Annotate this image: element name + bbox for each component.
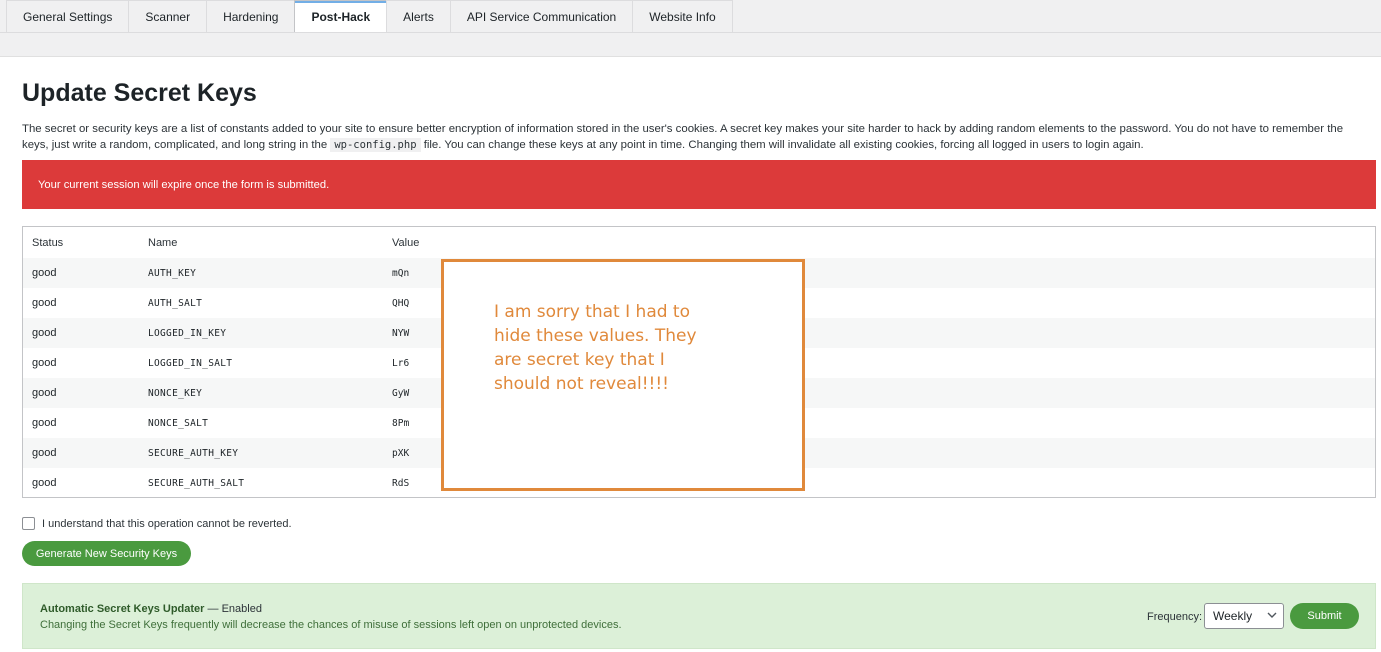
row-name: NONCE_KEY (148, 387, 203, 399)
updater-title: Automatic Secret Keys Updater — Enabled (40, 603, 262, 615)
redaction-note: I am sorry that I had to hide these valu… (494, 302, 697, 394)
row-name: SECURE_AUTH_SALT (148, 477, 245, 489)
updater-status: — Enabled (207, 603, 262, 615)
row-name: LOGGED_IN_SALT (148, 357, 233, 369)
row-status: good (32, 327, 57, 339)
header-name: Name (148, 236, 178, 249)
row-name: AUTH_KEY (148, 267, 197, 279)
row-status: good (32, 447, 57, 459)
revert-confirm-checkbox[interactable]: I understand that this operation cannot … (22, 517, 292, 530)
row-value: pXK (392, 447, 410, 459)
tab-general-settings[interactable]: General Settings (6, 0, 129, 33)
checkbox-box[interactable] (22, 517, 35, 530)
updater-title-text: Automatic Secret Keys Updater (40, 603, 205, 615)
page-description: The secret or security keys are a list o… (22, 121, 1367, 153)
settings-tabs: General Settings Scanner Hardening Post-… (6, 0, 733, 33)
row-status: good (32, 297, 57, 309)
row-value: QHQ (392, 297, 410, 309)
row-status: good (32, 417, 57, 429)
row-value: GyW (392, 387, 410, 399)
tab-scanner[interactable]: Scanner (128, 0, 207, 33)
post-hack-panel: Update Secret Keys The secret or securit… (0, 56, 1381, 652)
revert-confirm-label: I understand that this operation cannot … (42, 517, 292, 530)
header-status: Status (32, 236, 64, 249)
tabs-divider (0, 32, 1381, 33)
row-name: NONCE_SALT (148, 417, 209, 429)
description-text-2: file. You can change these keys at any p… (423, 139, 1144, 151)
row-status: good (32, 267, 57, 279)
row-value: NYW (392, 327, 410, 339)
tab-api-service-communication[interactable]: API Service Communication (449, 0, 633, 33)
row-value: 8Pm (392, 417, 410, 429)
tab-website-info[interactable]: Website Info (632, 0, 733, 33)
row-name: AUTH_SALT (148, 297, 203, 309)
row-value: mQn (392, 267, 410, 279)
submit-button[interactable]: Submit (1290, 603, 1359, 629)
row-value: Lr6 (392, 357, 410, 369)
tab-alerts[interactable]: Alerts (386, 0, 450, 33)
frequency-select[interactable]: Weekly (1204, 603, 1284, 629)
row-status: good (32, 477, 57, 489)
auto-updater-box: Automatic Secret Keys Updater — Enabled … (22, 583, 1376, 649)
row-name: SECURE_AUTH_KEY (148, 447, 239, 459)
row-value: RdS (392, 477, 410, 489)
page-title: Update Secret Keys (22, 79, 257, 107)
tab-hardening[interactable]: Hardening (206, 0, 295, 33)
row-status: good (32, 387, 57, 399)
row-name: LOGGED_IN_KEY (148, 327, 227, 339)
frequency-label: Frequency: (1147, 611, 1203, 623)
table-header: Status Name Value (23, 227, 1375, 258)
config-file-code: wp-config.php (330, 138, 421, 152)
chevron-down-icon (1267, 612, 1277, 618)
header-value: Value (392, 236, 420, 249)
frequency-value: Weekly (1213, 609, 1253, 623)
tab-post-hack[interactable]: Post-Hack (294, 0, 387, 33)
generate-keys-button[interactable]: Generate New Security Keys (22, 541, 191, 566)
redaction-overlay: I am sorry that I had to hide these valu… (441, 259, 805, 491)
session-expire-alert: Your current session will expire once th… (22, 160, 1376, 209)
updater-description: Changing the Secret Keys frequently will… (40, 619, 622, 631)
row-status: good (32, 357, 57, 369)
